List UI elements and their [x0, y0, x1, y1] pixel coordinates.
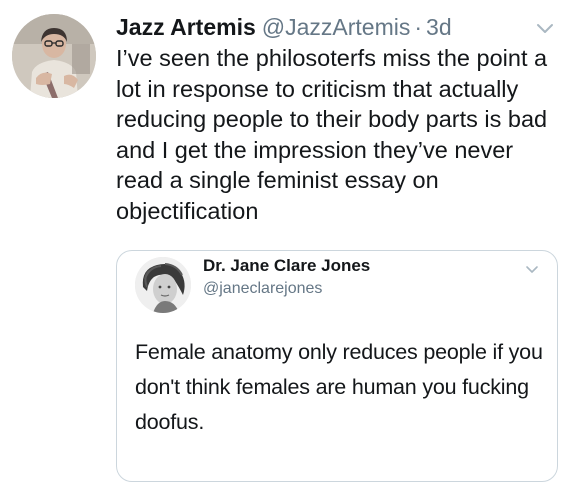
quoted-author-avatar-image — [135, 257, 191, 313]
quoted-tweet-text: Female anatomy only reduces people if yo… — [135, 340, 543, 434]
quoted-tweet-card[interactable]: Dr. Jane Clare Jones @janeclarejones Fem… — [116, 250, 558, 482]
author-avatar[interactable] — [12, 14, 96, 98]
author-avatar-image — [12, 14, 96, 98]
quoted-author-handle[interactable]: @janeclarejones — [203, 278, 322, 300]
quoted-author-avatar[interactable] — [135, 257, 191, 313]
tweet-timestamp[interactable]: 3d — [426, 12, 452, 42]
tweet: Jazz Artemis @JazzArtemis · 3d I’ve seen… — [0, 0, 567, 482]
author-handle[interactable]: @JazzArtemis — [262, 12, 411, 42]
author-display-name[interactable]: Jazz Artemis — [116, 12, 256, 42]
quoted-author-display-name[interactable]: Dr. Jane Clare Jones — [203, 255, 370, 277]
chevron-down-icon[interactable] — [536, 22, 554, 36]
quoted-chevron-down-icon[interactable] — [525, 265, 539, 275]
separator-dot: · — [414, 14, 423, 40]
tweet-text: I’ve seen the philosoterfs miss the poin… — [116, 45, 548, 224]
tweet-header: Jazz Artemis @JazzArtemis · 3d — [116, 12, 536, 42]
